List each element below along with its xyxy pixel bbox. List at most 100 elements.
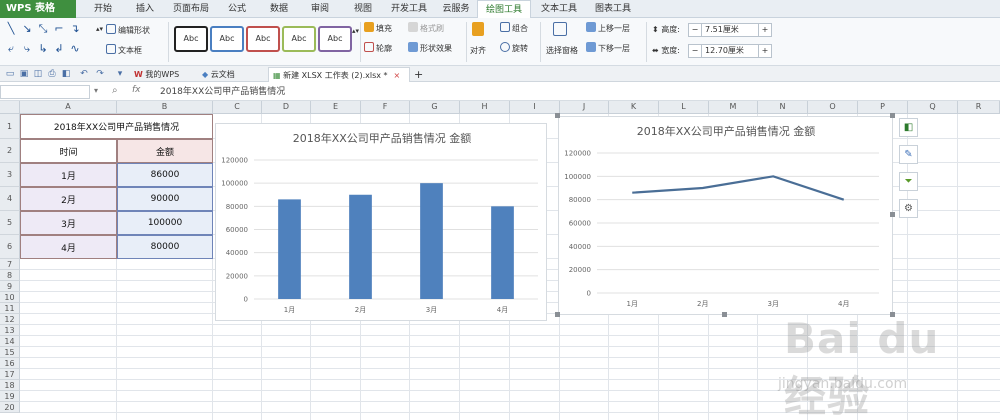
bring-forward-button[interactable]: 上移一层 bbox=[586, 22, 630, 36]
menu-tab-data[interactable]: 数据 bbox=[262, 0, 296, 18]
height-decrease-button[interactable]: − bbox=[689, 24, 701, 36]
row-header[interactable]: 13 bbox=[0, 325, 20, 336]
height-input[interactable]: 7.51厘米 bbox=[701, 24, 759, 36]
undo-icon[interactable]: ↶ bbox=[79, 69, 89, 79]
column-header[interactable]: M bbox=[709, 101, 758, 114]
resize-handle-bottom[interactable] bbox=[722, 312, 727, 317]
row-header[interactable]: 5 bbox=[0, 211, 20, 235]
freeform-icon[interactable]: ∿ bbox=[68, 42, 82, 56]
name-box[interactable] bbox=[0, 85, 90, 99]
settings-gear-icon[interactable]: ⚙ bbox=[899, 199, 918, 218]
column-header[interactable]: B bbox=[117, 101, 213, 114]
row-header[interactable]: 9 bbox=[0, 281, 20, 292]
row-header[interactable]: 14 bbox=[0, 336, 20, 347]
month-cell[interactable]: 4月 bbox=[20, 235, 117, 259]
chart-style-icon[interactable]: ✎ bbox=[899, 145, 918, 164]
row-header[interactable]: 20 bbox=[0, 402, 20, 413]
menu-tab-cloud[interactable]: 云服务 bbox=[436, 0, 476, 18]
selection-pane-icon-button[interactable] bbox=[553, 22, 569, 36]
column-header[interactable]: H bbox=[460, 101, 510, 114]
resize-handle-top-left[interactable] bbox=[555, 113, 560, 118]
column-header[interactable]: J bbox=[560, 101, 609, 114]
row-header[interactable]: 18 bbox=[0, 380, 20, 391]
menu-tab-view[interactable]: 视图 bbox=[346, 0, 380, 18]
shape-effect-button[interactable]: 形状效果 bbox=[408, 42, 452, 56]
width-input[interactable]: 12.70厘米 bbox=[701, 45, 759, 57]
menu-tab-text-tools[interactable]: 文本工具 bbox=[534, 0, 584, 18]
menu-tab-developer[interactable]: 开发工具 bbox=[386, 0, 432, 18]
amount-cell[interactable]: 90000 bbox=[117, 187, 213, 211]
elbow-double-arrow-icon[interactable]: ⤶ bbox=[4, 42, 18, 56]
elbow-arrow-icon[interactable]: ↴ bbox=[68, 22, 82, 36]
line-shapes-gallery[interactable]: ╲ ↘ ⤡ ⌐ ↴ ⤶ ⤷ ↳ ↲ ∿ bbox=[4, 22, 90, 60]
line-shape-icon[interactable]: ╲ bbox=[4, 22, 18, 36]
menu-tab-insert[interactable]: 插入 bbox=[128, 0, 162, 18]
menu-tab-formula[interactable]: 公式 bbox=[220, 0, 254, 18]
column-header[interactable]: F bbox=[361, 101, 410, 114]
send-backward-button[interactable]: 下移一层 bbox=[586, 42, 630, 56]
shape-style-3[interactable]: Abc bbox=[246, 26, 280, 52]
curve-connector-icon[interactable]: ⤷ bbox=[20, 42, 34, 56]
column-header[interactable]: L bbox=[659, 101, 709, 114]
align-icon-button[interactable] bbox=[472, 22, 486, 36]
row-header[interactable]: 8 bbox=[0, 270, 20, 281]
shape-style-5[interactable]: Abc bbox=[318, 26, 352, 52]
row-header[interactable]: 19 bbox=[0, 391, 20, 402]
chart-filter-icon[interactable]: ⏷ bbox=[899, 172, 918, 191]
menu-tab-review[interactable]: 审阅 bbox=[303, 0, 337, 18]
row-header[interactable]: 1 bbox=[0, 114, 20, 139]
row-header[interactable]: 15 bbox=[0, 347, 20, 358]
gallery-scroll-icon[interactable]: ▴▾ bbox=[96, 22, 104, 36]
height-spinner[interactable]: −7.51厘米 + bbox=[688, 23, 772, 37]
resize-handle-right[interactable] bbox=[890, 212, 895, 217]
height-increase-button[interactable]: + bbox=[759, 24, 771, 36]
tab-my-wps[interactable]: W 我的WPS bbox=[130, 67, 194, 82]
edit-shape-button[interactable]: 编辑形状 bbox=[106, 24, 150, 38]
menu-tab-home[interactable]: 开始 bbox=[86, 0, 120, 18]
export-pdf-icon[interactable]: ◫ bbox=[33, 69, 43, 79]
column-header[interactable]: A bbox=[20, 101, 117, 114]
column-header[interactable]: R bbox=[958, 101, 1000, 114]
column-header[interactable]: K bbox=[609, 101, 659, 114]
shape-style-4[interactable]: Abc bbox=[282, 26, 316, 52]
row-header[interactable]: 17 bbox=[0, 369, 20, 380]
amount-cell[interactable]: 86000 bbox=[117, 163, 213, 187]
table-title-cell[interactable]: 2018年XX公司甲产品销售情况 bbox=[20, 114, 213, 139]
align-button[interactable]: 对齐 bbox=[470, 44, 486, 58]
row-header[interactable]: 7 bbox=[0, 259, 20, 270]
tab-current-workbook[interactable]: ▦ 新建 XLSX 工作表 (2).xlsx * × bbox=[268, 67, 410, 82]
month-cell[interactable]: 2月 bbox=[20, 187, 117, 211]
chart-elements-icon[interactable]: ◧ bbox=[899, 118, 918, 137]
row-header[interactable]: 4 bbox=[0, 187, 20, 211]
row-header[interactable]: 3 bbox=[0, 163, 20, 187]
shape-style-2[interactable]: Abc bbox=[210, 26, 244, 52]
redo-icon[interactable]: ↷ bbox=[95, 69, 105, 79]
column-header[interactable]: I bbox=[510, 101, 560, 114]
shape-style-1[interactable]: Abc bbox=[174, 26, 208, 52]
app-menu-button[interactable]: WPS 表格 bbox=[0, 0, 76, 18]
row-header[interactable]: 2 bbox=[0, 139, 20, 163]
row-header[interactable]: 16 bbox=[0, 358, 20, 369]
column-header[interactable]: P bbox=[858, 101, 908, 114]
style-gallery-scroll-icon[interactable]: ▴▾ bbox=[352, 24, 359, 38]
rotate-button[interactable]: 旋转 bbox=[500, 42, 528, 56]
new-tab-button[interactable]: + bbox=[412, 67, 426, 82]
column-header[interactable]: Q bbox=[908, 101, 958, 114]
menu-tab-page-layout[interactable]: 页面布局 bbox=[168, 0, 214, 18]
outline-button[interactable]: 轮廓 bbox=[364, 42, 392, 56]
formula-input[interactable]: 2018年XX公司甲产品销售情况 bbox=[160, 85, 285, 99]
curve-arrow-icon[interactable]: ↳ bbox=[36, 42, 50, 56]
menu-tab-chart-tools[interactable]: 图表工具 bbox=[588, 0, 638, 18]
name-box-dropdown-icon[interactable]: ▾ bbox=[94, 86, 98, 95]
month-cell[interactable]: 1月 bbox=[20, 163, 117, 187]
row-header[interactable]: 10 bbox=[0, 292, 20, 303]
month-cell[interactable]: 3月 bbox=[20, 211, 117, 235]
group-button[interactable]: 组合 bbox=[500, 22, 528, 36]
text-box-button[interactable]: 文本框 bbox=[106, 44, 142, 58]
width-decrease-button[interactable]: − bbox=[689, 45, 701, 57]
insert-function-button[interactable]: fx bbox=[132, 85, 141, 95]
amount-cell[interactable]: 100000 bbox=[117, 211, 213, 235]
tab-cloud-docs[interactable]: ◆ 云文档 bbox=[198, 67, 258, 82]
save-icon[interactable]: ▣ bbox=[19, 69, 29, 79]
bar-chart[interactable]: 2018年XX公司甲产品销售情况 金额 0 20000 40000 60000 80000… bbox=[215, 123, 547, 321]
